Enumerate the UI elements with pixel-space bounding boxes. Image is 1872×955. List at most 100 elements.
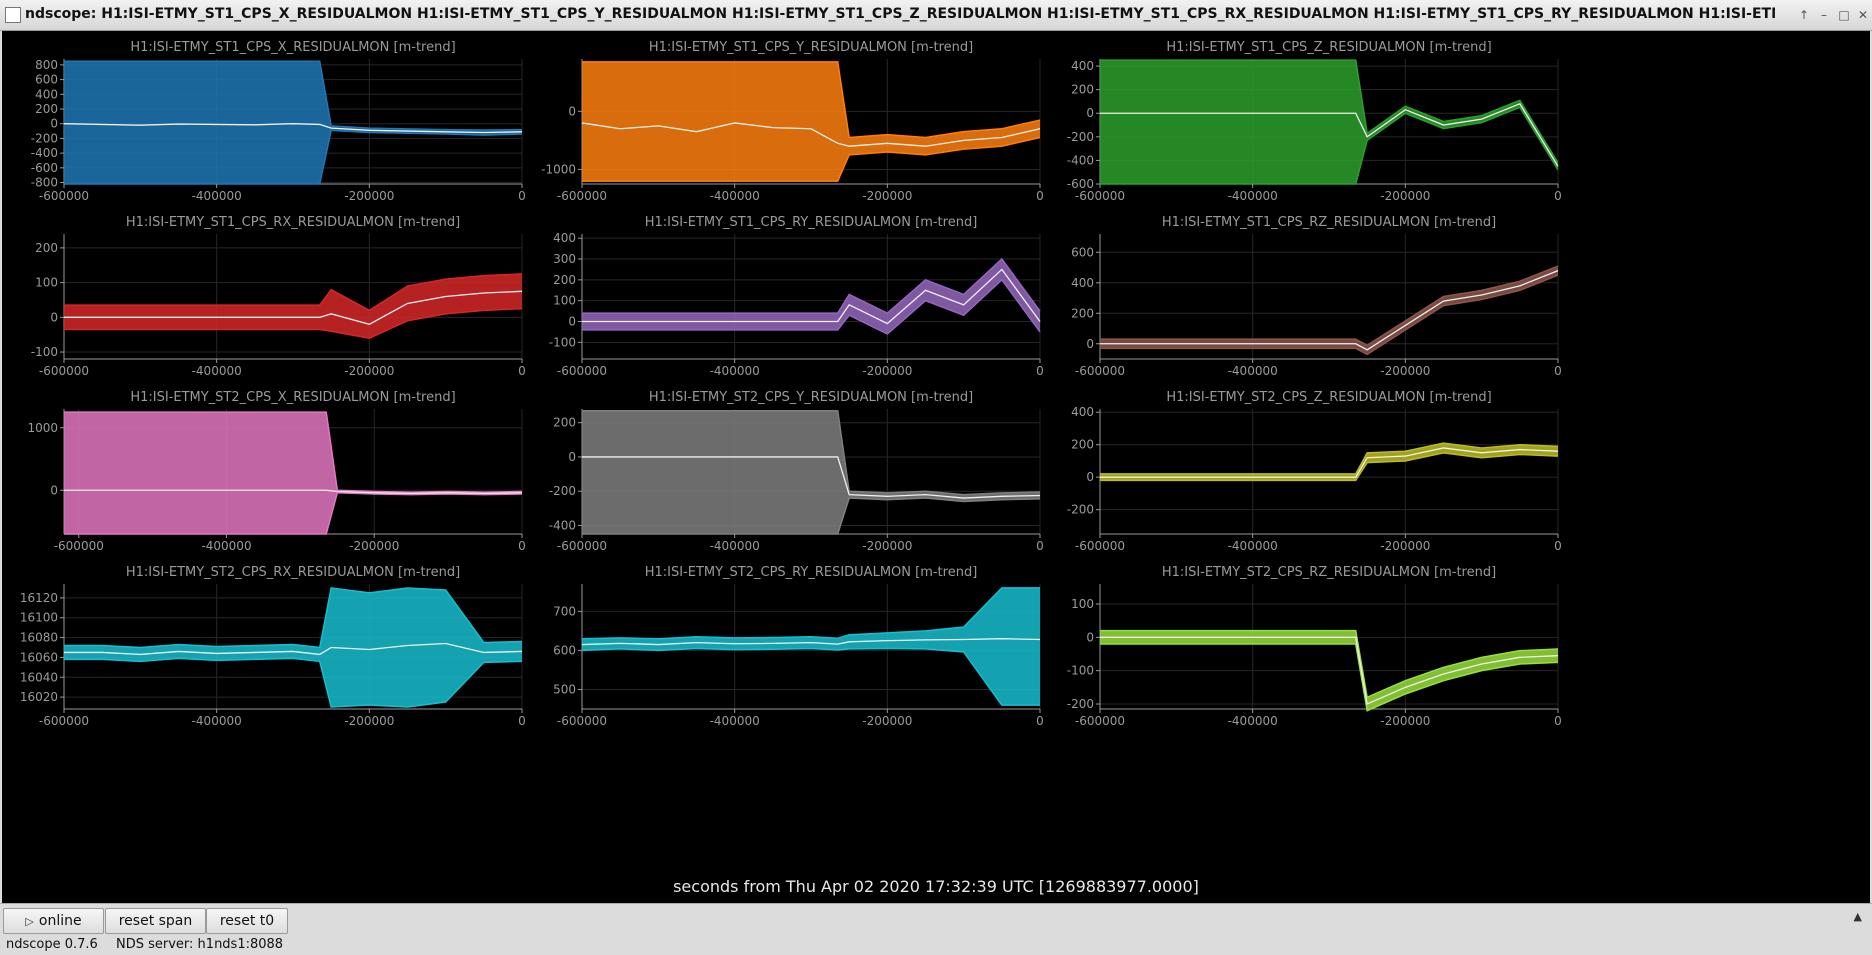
x-tick-label: 0 (518, 714, 526, 728)
x-tick-label: -400000 (201, 539, 251, 553)
play-icon: ▷ (25, 915, 34, 928)
x-tick-label: -200000 (1380, 189, 1430, 203)
x-tick-label: -200000 (344, 714, 394, 728)
y-tick-label: 700 (553, 604, 576, 618)
keep-above-button[interactable]: ↑ (1795, 6, 1813, 24)
trend-envelope (582, 259, 1040, 334)
x-tick-label: -400000 (710, 189, 760, 203)
online-label: online (38, 913, 82, 929)
x-tick-label: -400000 (1228, 364, 1278, 378)
y-tick-label: 0 (50, 483, 58, 497)
x-tick-label: -600000 (1075, 539, 1125, 553)
y-tick-label: 0 (50, 117, 58, 131)
y-tick-label: 200 (1071, 306, 1094, 320)
maximize-button[interactable]: □ (1835, 6, 1853, 24)
x-tick-label: -400000 (710, 714, 760, 728)
y-tick-label: -200 (549, 484, 576, 498)
plot-title: H1:ISI-ETMY_ST1_CPS_Z_RESIDUALMON [m-tre… (1166, 40, 1491, 55)
plots-canvas[interactable]: H1:ISI-ETMY_ST1_CPS_X_RESIDUALMON [m-tre… (2, 31, 1870, 903)
x-tick-label: -400000 (1228, 539, 1278, 553)
x-tick-label: -200000 (862, 714, 912, 728)
y-tick-label: 0 (568, 104, 576, 118)
x-tick-label: -400000 (710, 539, 760, 553)
x-tick-label: -200000 (344, 189, 394, 203)
y-tick-label: 200 (35, 241, 58, 255)
plot-title: H1:ISI-ETMY_ST2_CPS_RX_RESIDUALMON [m-tr… (126, 565, 460, 580)
y-tick-label: -100 (1067, 664, 1094, 678)
y-tick-label: -100 (549, 335, 576, 349)
trend-max-line (1100, 265, 1559, 347)
reset-t0-button[interactable]: reset t0 (206, 908, 288, 934)
x-tick-label: 0 (518, 539, 526, 553)
plot-title: H1:ISI-ETMY_ST2_CPS_RY_RESIDUALMON [m-tr… (645, 565, 978, 580)
x-tick-label: 0 (1036, 364, 1044, 378)
reset-span-button[interactable]: reset span (105, 908, 206, 934)
minimize-button[interactable]: – (1815, 6, 1833, 24)
y-tick-label: 0 (568, 450, 576, 464)
plot-title: H1:ISI-ETMY_ST2_CPS_RZ_RESIDUALMON [m-tr… (1162, 565, 1496, 580)
y-tick-label: 16060 (20, 650, 58, 664)
x-tick-label: -600000 (1075, 189, 1125, 203)
x-tick-label: 0 (1554, 539, 1562, 553)
y-tick-label: -800 (31, 176, 58, 190)
y-tick-label: 400 (553, 231, 576, 245)
x-tick-label: 0 (1036, 539, 1044, 553)
y-tick-label: 16080 (20, 631, 58, 645)
y-tick-label: 600 (1071, 245, 1094, 259)
online-button[interactable]: ▷ online (3, 908, 104, 934)
trend-envelope (64, 412, 522, 534)
y-tick-label: 0 (1086, 470, 1094, 484)
y-tick-label: 400 (1071, 276, 1094, 290)
y-tick-label: -400 (549, 518, 576, 532)
x-tick-label: -400000 (192, 714, 242, 728)
trend-envelope (1100, 60, 1558, 184)
plot-area[interactable]: H1:ISI-ETMY_ST1_CPS_X_RESIDUALMON [m-tre… (2, 31, 1870, 903)
y-tick-label: 100 (553, 294, 576, 308)
nds-server-text: NDS server: h1nds1:8088 (116, 937, 284, 952)
collapse-icon[interactable]: ▲ (1854, 910, 1862, 923)
window-title: ndscope: H1:ISI-ETMY_ST1_CPS_X_RESIDUALM… (25, 6, 1775, 22)
y-tick-label: -200 (1067, 697, 1094, 711)
trend-mean-line (1100, 447, 1559, 478)
trend-envelope (1100, 443, 1558, 481)
plot-title: H1:ISI-ETMY_ST2_CPS_Y_RESIDUALMON [m-tre… (649, 390, 973, 405)
x-tick-label: 0 (1554, 714, 1562, 728)
toolbar: ▷ online reset span reset t0 ▲ (0, 903, 1872, 934)
x-tick-label: -600000 (557, 364, 607, 378)
y-tick-label: 16040 (20, 670, 58, 684)
y-tick-label: -600 (31, 161, 58, 175)
app-icon (5, 7, 21, 23)
x-tick-label: -600000 (54, 539, 104, 553)
close-button[interactable]: ✕ (1854, 6, 1872, 24)
x-tick-label: -600000 (39, 189, 89, 203)
x-tick-label: -600000 (39, 714, 89, 728)
x-tick-label: -200000 (862, 539, 912, 553)
y-tick-label: 400 (35, 87, 58, 101)
y-tick-label: -1000 (541, 162, 576, 176)
y-tick-label: 600 (35, 73, 58, 87)
x-tick-label: 0 (1554, 364, 1562, 378)
status-bar: ndscope 0.7.6 NDS server: h1nds1:8088 (0, 934, 1872, 955)
y-tick-label: -100 (31, 345, 58, 359)
x-axis-label: seconds from Thu Apr 02 2020 17:32:39 UT… (673, 877, 1199, 896)
y-tick-label: 100 (35, 276, 58, 290)
plot-title: H1:ISI-ETMY_ST1_CPS_X_RESIDUALMON [m-tre… (130, 40, 455, 55)
y-tick-label: 0 (1086, 106, 1094, 120)
x-tick-label: -600000 (557, 714, 607, 728)
y-tick-label: 300 (553, 252, 576, 266)
x-tick-label: -200000 (1380, 539, 1430, 553)
x-tick-label: -600000 (557, 189, 607, 203)
y-tick-label: 400 (1071, 59, 1094, 73)
y-tick-label: 400 (1071, 405, 1094, 419)
y-tick-label: 0 (50, 310, 58, 324)
y-tick-label: 800 (35, 58, 58, 72)
x-tick-label: -600000 (39, 364, 89, 378)
y-tick-label: 1000 (27, 421, 58, 435)
y-tick-label: 100 (1071, 597, 1094, 611)
y-tick-label: 200 (553, 273, 576, 287)
y-tick-label: 200 (35, 102, 58, 116)
x-tick-label: -400000 (710, 364, 760, 378)
trend-max-line (1100, 442, 1559, 475)
x-tick-label: 0 (518, 189, 526, 203)
x-tick-label: 0 (1036, 714, 1044, 728)
